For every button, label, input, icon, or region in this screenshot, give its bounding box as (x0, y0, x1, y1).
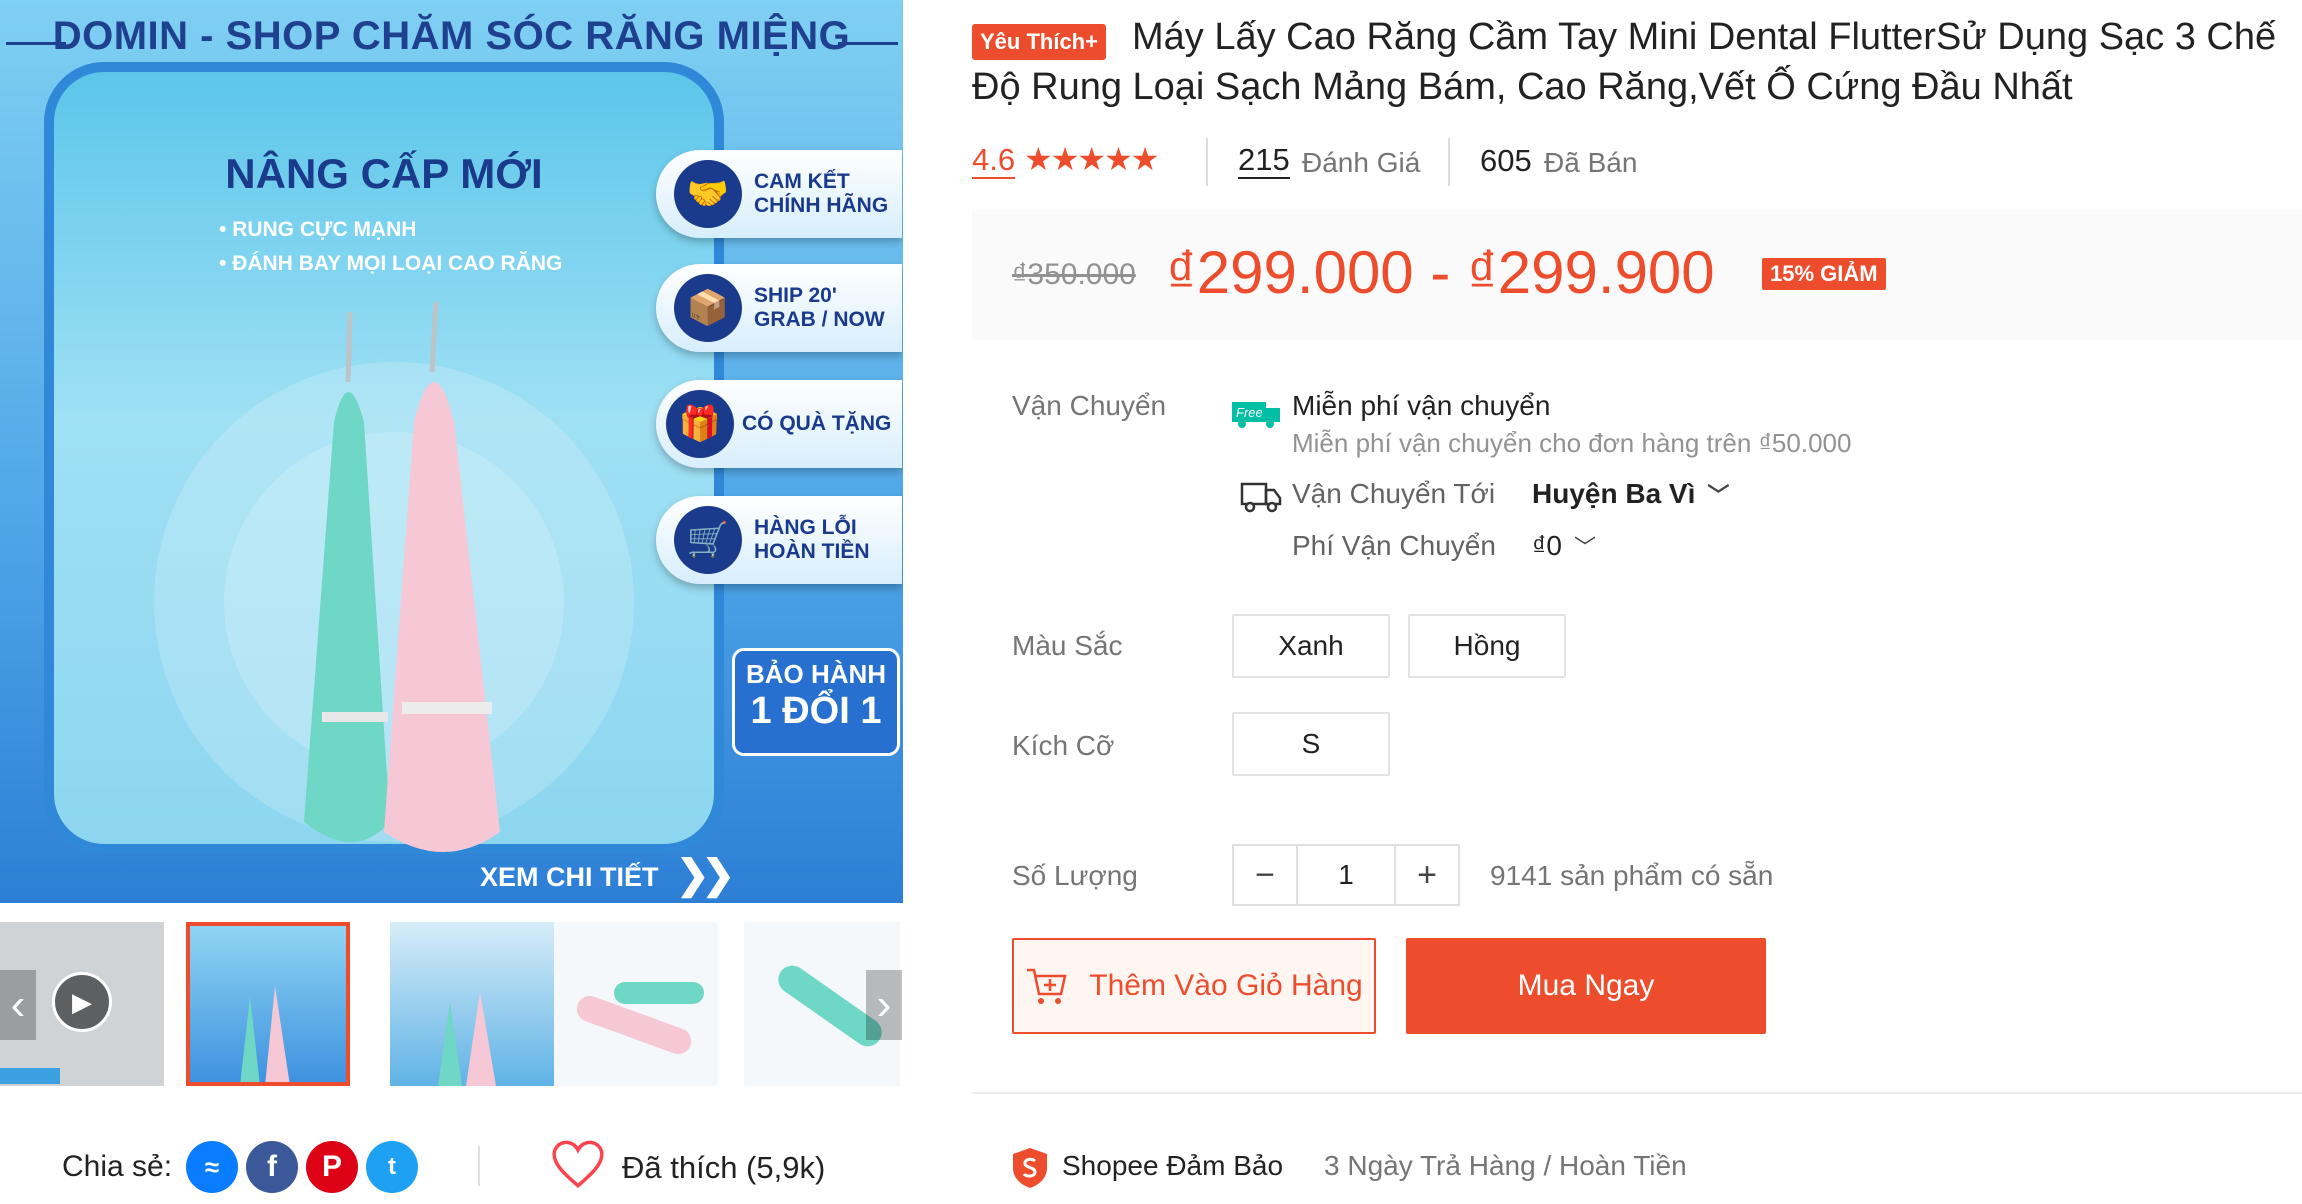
buy-now-button[interactable]: Mua Ngay (1406, 938, 1766, 1034)
feature-label: CAM KẾT CHÍNH HÃNG (754, 170, 889, 217)
star-rating-icon: ★★★★★ (1024, 141, 1159, 177)
image-card: NÂNG CẤP MỚI • RUNG CỰC MẠNH • ĐÁNH BAY … (44, 62, 724, 854)
thumb-devices (438, 992, 496, 1086)
gift-icon: 🎁 (666, 390, 734, 458)
minus-button[interactable]: − (1234, 846, 1296, 904)
plus-button[interactable]: + (1396, 846, 1458, 904)
ship-to-dropdown[interactable]: Huyện Ba Vì ﹀ (1532, 478, 1729, 510)
thumb-strip (0, 1068, 60, 1084)
feature-ship: 📦 SHIP 20' GRAB / NOW (656, 264, 902, 352)
return-cart-icon: 🛒 (674, 506, 742, 574)
color-option-pink[interactable]: Hồng (1408, 614, 1566, 678)
liked-count: Đã thích (5,9k) (622, 1150, 826, 1185)
product-title: Máy Lấy Cao Răng Cầm Tay Mini Dental Flu… (972, 16, 2277, 108)
shipping-fee-dropdown[interactable]: ₫0 ﹀ (1532, 530, 1596, 562)
free-shipping-subtitle: Miễn phí vận chuyển cho đơn hàng trên ₫5… (1292, 428, 1852, 458)
hero-bullet-1: • RUNG CỰC MẠNH (219, 218, 417, 241)
divider (1206, 138, 1208, 186)
feature-gift: 🎁 CÓ QUÀ TẶNG (656, 380, 902, 468)
see-details-text: XEM CHI TIẾT (480, 862, 659, 892)
feature-label: SHIP 20' GRAB / NOW (754, 284, 885, 331)
feature-authentic: 🤝 CAM KẾT CHÍNH HÃNG (656, 150, 902, 238)
color-label: Màu Sắc (1012, 630, 1123, 661)
quantity-label: Số Lượng (1012, 860, 1138, 891)
divider (972, 1092, 2302, 1094)
thumb-devices (576, 982, 704, 1055)
thumb-next-arrow[interactable]: › (866, 970, 902, 1040)
stock-count: 9141 sản phẩm có sẵn (1490, 860, 1774, 891)
shipping-fee-label: Phí Vận Chuyển (1292, 530, 1496, 561)
divider (478, 1146, 480, 1186)
thumb-prev-arrow[interactable]: ‹ (0, 970, 36, 1040)
size-label: Kích Cỡ (1012, 730, 1115, 761)
delivery-icon: 📦 (674, 274, 742, 342)
thumbnail-2[interactable] (390, 922, 554, 1086)
chevron-down-icon: ﹀ (1573, 535, 1596, 560)
divider (1448, 138, 1450, 186)
thumbnail-1[interactable] (186, 922, 350, 1086)
review-label: Đánh Giá (1302, 147, 1421, 178)
ship-to-label: Vận Chuyển Tới (1292, 478, 1496, 509)
size-option-s[interactable]: S (1232, 712, 1390, 776)
feature-label: CÓ QUÀ TẶNG (742, 412, 892, 435)
rating-value[interactable]: 4.6 (972, 143, 1016, 179)
warranty-badge: BẢO HÀNH 1 ĐỔI 1 (732, 648, 900, 756)
upgrade-heading: NÂNG CẤP MỚI (225, 150, 543, 197)
preferred-badge: Yêu Thích+ (972, 24, 1106, 60)
review-count[interactable]: 215 (1238, 143, 1290, 179)
heart-icon[interactable] (552, 1140, 604, 1188)
original-price: ₫350.000 (1012, 258, 1136, 291)
chevron-down-icon: ﹀ (1707, 483, 1730, 508)
feature-label: HÀNG LỖI HOÀN TIỀN (754, 516, 870, 563)
banner-title: DOMIN - SHOP CHĂM SÓC RĂNG MIỆNG (52, 14, 851, 58)
thumbnail-3[interactable] (554, 922, 718, 1086)
shipping-label: Vận Chuyển (1012, 390, 1167, 421)
facebook-icon[interactable]: f (246, 1141, 298, 1193)
shopee-guarantee-label[interactable]: Shopee Đảm Bảo (1062, 1150, 1283, 1182)
free-shipping-icon: Free (1232, 402, 1280, 428)
messenger-icon[interactable]: ≈ (186, 1141, 238, 1193)
twitter-icon[interactable]: t (366, 1141, 418, 1193)
share-label: Chia sẻ: (62, 1150, 173, 1183)
svg-text:Free: Free (1236, 405, 1263, 420)
sold-count: 605 (1480, 143, 1532, 178)
main-product-image[interactable]: DOMIN - SHOP CHĂM SÓC RĂNG MIỆNG NÂNG CẤ… (0, 0, 903, 903)
color-option-blue[interactable]: Xanh (1232, 614, 1390, 678)
double-chevron-icon: ❯❯ (676, 853, 735, 897)
feature-refund: 🛒 HÀNG LỖI HOÀN TIỀN (656, 496, 902, 584)
pinterest-icon[interactable]: P (306, 1141, 358, 1193)
play-icon[interactable]: ▶ (52, 972, 112, 1032)
cart-plus-icon (1027, 968, 1067, 1004)
return-policy-text: 3 Ngày Trả Hàng / Hoàn Tiền (1324, 1150, 1687, 1181)
dental-scaler-devices (304, 302, 500, 852)
sold-label: Đã Bán (1544, 147, 1638, 178)
truck-icon (1240, 482, 1282, 513)
discount-badge: 15% GIẢM (1762, 258, 1886, 290)
add-to-cart-button[interactable]: Thêm Vào Giỏ Hàng (1012, 938, 1376, 1034)
free-shipping-title: Miễn phí vận chuyển (1292, 390, 1551, 421)
current-price: ₫299.000 - ₫299.900 (1166, 239, 1715, 306)
thumb-devices (240, 986, 290, 1082)
quantity-input[interactable]: 1 (1296, 846, 1396, 904)
quantity-stepper: − 1 + (1232, 844, 1460, 906)
hero-bullet-2: • ĐÁNH BAY MỌI LOẠI CAO RĂNG (219, 252, 563, 275)
handshake-icon: 🤝 (674, 160, 742, 228)
shield-icon (1013, 1148, 1047, 1188)
add-to-cart-label: Thêm Vào Giỏ Hàng (1089, 969, 1363, 1002)
